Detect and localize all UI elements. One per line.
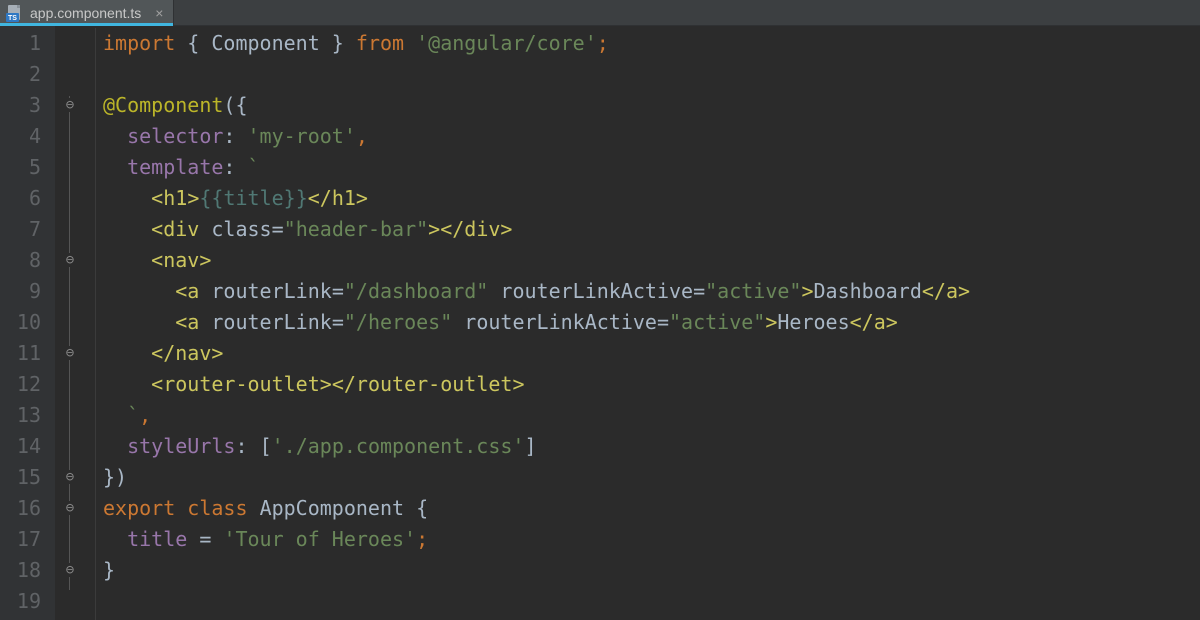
line-number: 18 (0, 555, 41, 586)
gutter: 1 2 3 4 5 6 7 8 9 10 11 12 13 14 15 16 1… (0, 26, 55, 620)
line-number: 6 (0, 183, 41, 214)
line-number: 10 (0, 307, 41, 338)
line-number: 8 (0, 245, 41, 276)
code-line[interactable]: }) (95, 462, 1200, 493)
code-line[interactable]: <router-outlet></router-outlet> (95, 369, 1200, 400)
line-number: 11 (0, 338, 41, 369)
tab-filename: app.component.ts (30, 5, 141, 21)
code-area[interactable]: import { Component } from '@angular/core… (95, 26, 1200, 620)
code-editor[interactable]: 1 2 3 4 5 6 7 8 9 10 11 12 13 14 15 16 1… (0, 26, 1200, 620)
code-line[interactable]: </nav> (95, 338, 1200, 369)
code-line[interactable]: template: ` (95, 152, 1200, 183)
line-number: 3 (0, 90, 41, 121)
typescript-file-icon: TS (6, 4, 24, 22)
line-number: 13 (0, 400, 41, 431)
fold-toggle-icon[interactable]: ⊖ (63, 563, 77, 577)
fold-toggle-icon[interactable]: ⊖ (63, 470, 77, 484)
line-number: 2 (0, 59, 41, 90)
line-number: 4 (0, 121, 41, 152)
line-number: 16 (0, 493, 41, 524)
code-line[interactable]: styleUrls: ['./app.component.css'] (95, 431, 1200, 462)
fold-toggle-icon[interactable]: ⊖ (63, 501, 77, 515)
code-line[interactable]: <a routerLink="/dashboard" routerLinkAct… (95, 276, 1200, 307)
close-icon[interactable]: × (155, 5, 163, 21)
code-line[interactable]: } (95, 555, 1200, 586)
code-line[interactable]: `, (95, 400, 1200, 431)
code-line[interactable]: <div class="header-bar"></div> (95, 214, 1200, 245)
line-number: 14 (0, 431, 41, 462)
code-line[interactable]: title = 'Tour of Heroes'; (95, 524, 1200, 555)
code-line[interactable]: import { Component } from '@angular/core… (95, 28, 1200, 59)
code-line[interactable]: <nav> (95, 245, 1200, 276)
fold-toggle-icon[interactable]: ⊖ (63, 253, 77, 267)
fold-toggle-icon[interactable]: ⊖ (63, 346, 77, 360)
line-number: 19 (0, 586, 41, 617)
tab-app-component[interactable]: TS app.component.ts × (0, 0, 174, 25)
code-line[interactable]: export class AppComponent { (95, 493, 1200, 524)
svg-text:TS: TS (8, 15, 17, 22)
code-line[interactable] (95, 59, 1200, 90)
line-number: 5 (0, 152, 41, 183)
code-line[interactable] (95, 586, 1200, 617)
line-number: 17 (0, 524, 41, 555)
fold-toggle-icon[interactable]: ⊖ (63, 98, 77, 112)
code-line[interactable]: <a routerLink="/heroes" routerLinkActive… (95, 307, 1200, 338)
code-line[interactable]: <h1>{{title}}</h1> (95, 183, 1200, 214)
code-line[interactable]: @Component({ (95, 90, 1200, 121)
tab-bar: TS app.component.ts × (0, 0, 1200, 26)
line-number: 12 (0, 369, 41, 400)
line-number: 7 (0, 214, 41, 245)
fold-gutter: ⊖ ⊖ ⊖ ⊖ ⊖ ⊖ (55, 26, 95, 620)
code-line[interactable]: selector: 'my-root', (95, 121, 1200, 152)
line-number: 9 (0, 276, 41, 307)
line-number: 15 (0, 462, 41, 493)
line-number: 1 (0, 28, 41, 59)
